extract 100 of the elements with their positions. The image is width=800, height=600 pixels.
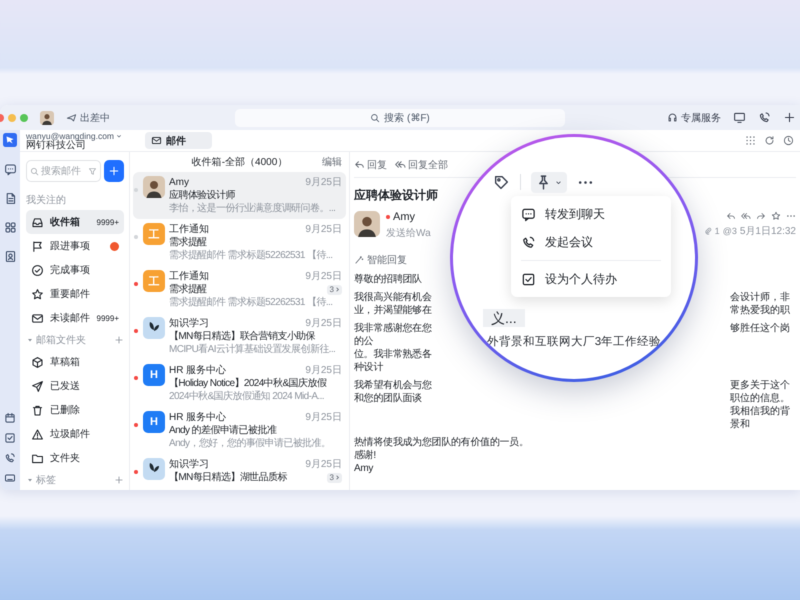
mail-item[interactable]: 知识学习 9月25日 【MN每日精选】联合营销支小助保 MCIPU看AI云计算基础设置发展创新往... — [133, 313, 346, 360]
plane-icon — [66, 112, 77, 123]
checkbox-icon — [521, 272, 536, 286]
mail-item[interactable]: Amy 9月25日 应聘体验设计师 李怡，这是一份行业满意度调研问卷。... — [133, 172, 346, 219]
sidebar-item[interactable]: 已删除 — [26, 398, 124, 422]
sidebar-item[interactable]: 文件夹 — [26, 446, 124, 470]
paper-plane-icon — [31, 380, 44, 392]
phone-icon[interactable] — [758, 111, 771, 124]
mail-date: 9月25日 — [305, 364, 342, 377]
trash-icon — [31, 404, 44, 416]
sidebar-item[interactable]: 完成事项 — [26, 258, 124, 282]
mail-subject: Andy 的差假申请已被批准 — [169, 424, 276, 437]
add-icon[interactable] — [783, 111, 796, 124]
clock-icon[interactable] — [783, 135, 794, 146]
sidebar-item[interactable]: 未读邮件 9999+ — [26, 306, 124, 330]
todo-icon[interactable] — [4, 432, 16, 444]
body-text: 我很高兴能有机会 — [354, 291, 433, 304]
menu-item[interactable]: 转发到聊天 — [511, 200, 671, 228]
sidebar-item[interactable]: 收件箱 9999+ — [26, 210, 124, 234]
search-input[interactable]: 搜索邮件 — [41, 166, 86, 176]
forward-icon[interactable] — [756, 211, 766, 221]
contacts-icon[interactable] — [4, 250, 16, 263]
pin-dropdown-button[interactable] — [531, 172, 567, 192]
minimize-window-dot[interactable] — [8, 114, 16, 122]
menu-item[interactable]: 发起会议 — [511, 228, 671, 256]
headset-icon — [667, 112, 678, 123]
plant-avatar-icon — [143, 317, 165, 339]
collapse-triangle-icon[interactable] — [26, 336, 34, 344]
avatar-silhouette — [40, 110, 54, 124]
service-button[interactable]: 专属服务 — [667, 110, 721, 124]
mail-subject: 需求提醒 — [169, 283, 207, 296]
sidebar-item[interactable]: 跟进事项 — [26, 234, 124, 258]
app-logo[interactable] — [3, 133, 17, 147]
body-text: Amy — [354, 462, 374, 475]
sender-name: 工作通知 — [169, 270, 209, 283]
sidebar-item[interactable]: 草稿箱 — [26, 350, 124, 374]
chat-icon[interactable] — [4, 163, 16, 176]
keyboard-icon[interactable] — [4, 472, 16, 484]
search-icon — [30, 166, 39, 176]
status-text: 出差中 — [80, 112, 110, 124]
reply-icon[interactable] — [726, 211, 736, 221]
zoom-window-dot[interactable] — [20, 114, 28, 122]
sender-name: 知识学习 — [169, 458, 209, 471]
paperclip-icon — [704, 227, 712, 235]
mail-item[interactable]: 工 工作通知 9月25日 需求提醒 3 需求提醒邮件 需求标题52262531 【待... — [133, 266, 346, 313]
sidebar-item[interactable]: 已发送 — [26, 374, 124, 398]
grid-icon[interactable] — [745, 135, 756, 146]
sender-name: 工作通知 — [169, 223, 209, 236]
reply-all-icon[interactable] — [741, 211, 751, 221]
envelope-icon — [31, 312, 44, 324]
mail-item[interactable]: H HR 服务中心 9月25日 Andy 的差假申请已被批准 Andy，您好，您的事假申请已被批准。 — [133, 407, 346, 454]
apps-icon[interactable] — [4, 221, 16, 234]
thread-count[interactable]: 3 — [326, 472, 342, 482]
search-placeholder: 搜索 (⌘F) — [384, 112, 430, 124]
mail-date: 9月25日 — [305, 458, 342, 471]
mail-preview: MCIPU看AI云计算基础设置发展创新往... — [169, 343, 336, 356]
menu-item[interactable]: 设为个人待办 — [511, 265, 671, 293]
star-icon — [31, 288, 44, 300]
mention-count: @3 — [722, 226, 737, 236]
thread-count[interactable]: 3 — [326, 284, 342, 294]
phone-icon — [521, 234, 536, 250]
search-field[interactable]: 搜索邮件 — [26, 160, 101, 182]
sender-name: HR 服务中心 — [169, 411, 226, 424]
document-icon[interactable] — [4, 192, 16, 205]
phone-icon[interactable] — [4, 452, 16, 464]
star-icon[interactable] — [771, 211, 781, 221]
check-circle-icon — [31, 264, 44, 276]
mail-date: 9月25日 — [305, 411, 342, 424]
mail-item[interactable]: H HR 服务中心 9月25日 【Holiday Notice】2024中秋&国庆放假 2024中秋&国庆放假通知 2024 Mid-A... — [133, 360, 346, 407]
body-text: 业，并渴望能够在 — [354, 304, 433, 317]
mail-subject: 需求提醒 — [169, 236, 207, 249]
refresh-icon[interactable] — [764, 135, 775, 146]
letter-avatar: 工 — [143, 223, 165, 245]
mail-preview: 2024中秋&国庆放假通知 2024 Mid-A... — [169, 390, 325, 403]
tag-icon[interactable] — [493, 174, 510, 190]
account-email[interactable]: wanyu@wangding.com — [26, 130, 114, 140]
sidebar-item[interactable]: 重要邮件 — [26, 282, 124, 306]
mail-preview: 需求提醒邮件 需求标题52262531 【待... — [169, 249, 334, 262]
search-field[interactable]: 搜索 (⌘F) — [235, 108, 565, 126]
body-text: 会设计师，非常热爱我的职 — [730, 291, 791, 317]
monitor-icon[interactable] — [733, 111, 746, 124]
mail-item[interactable]: 知识学习 9月25日 【MN每日精选】湖世品质标 3 — [133, 454, 346, 488]
mail-preview: 需求提醒邮件 需求标题52262531 【待... — [169, 296, 334, 309]
sender-name[interactable]: Amy — [393, 211, 415, 223]
body-text: 我非常感谢您在您的公 — [354, 322, 433, 348]
mail-item[interactable]: 工 工作通知 9月25日 需求提醒 需求提醒邮件 需求标题52262531 【待... — [133, 219, 346, 266]
mail-tab[interactable]: 邮件 — [145, 132, 212, 149]
smart-reply-button[interactable]: 智能回复 — [354, 253, 407, 267]
compose-button[interactable] — [104, 160, 124, 182]
collapse-triangle-icon[interactable] — [26, 476, 34, 484]
company-name: 网钉科技公司 — [26, 140, 86, 150]
sidebar-item[interactable]: 垃圾邮件 — [26, 422, 124, 446]
chevron-icon — [334, 286, 341, 293]
warning-icon — [31, 428, 44, 440]
calendar-icon[interactable] — [4, 412, 16, 424]
wand-icon — [354, 255, 364, 265]
reply-all-button[interactable]: 回复全部 — [395, 158, 448, 172]
mail-date: 9月25日 — [305, 223, 342, 236]
edit-link[interactable]: 编辑 — [322, 155, 346, 169]
reply-button[interactable]: 回复 — [354, 158, 387, 172]
